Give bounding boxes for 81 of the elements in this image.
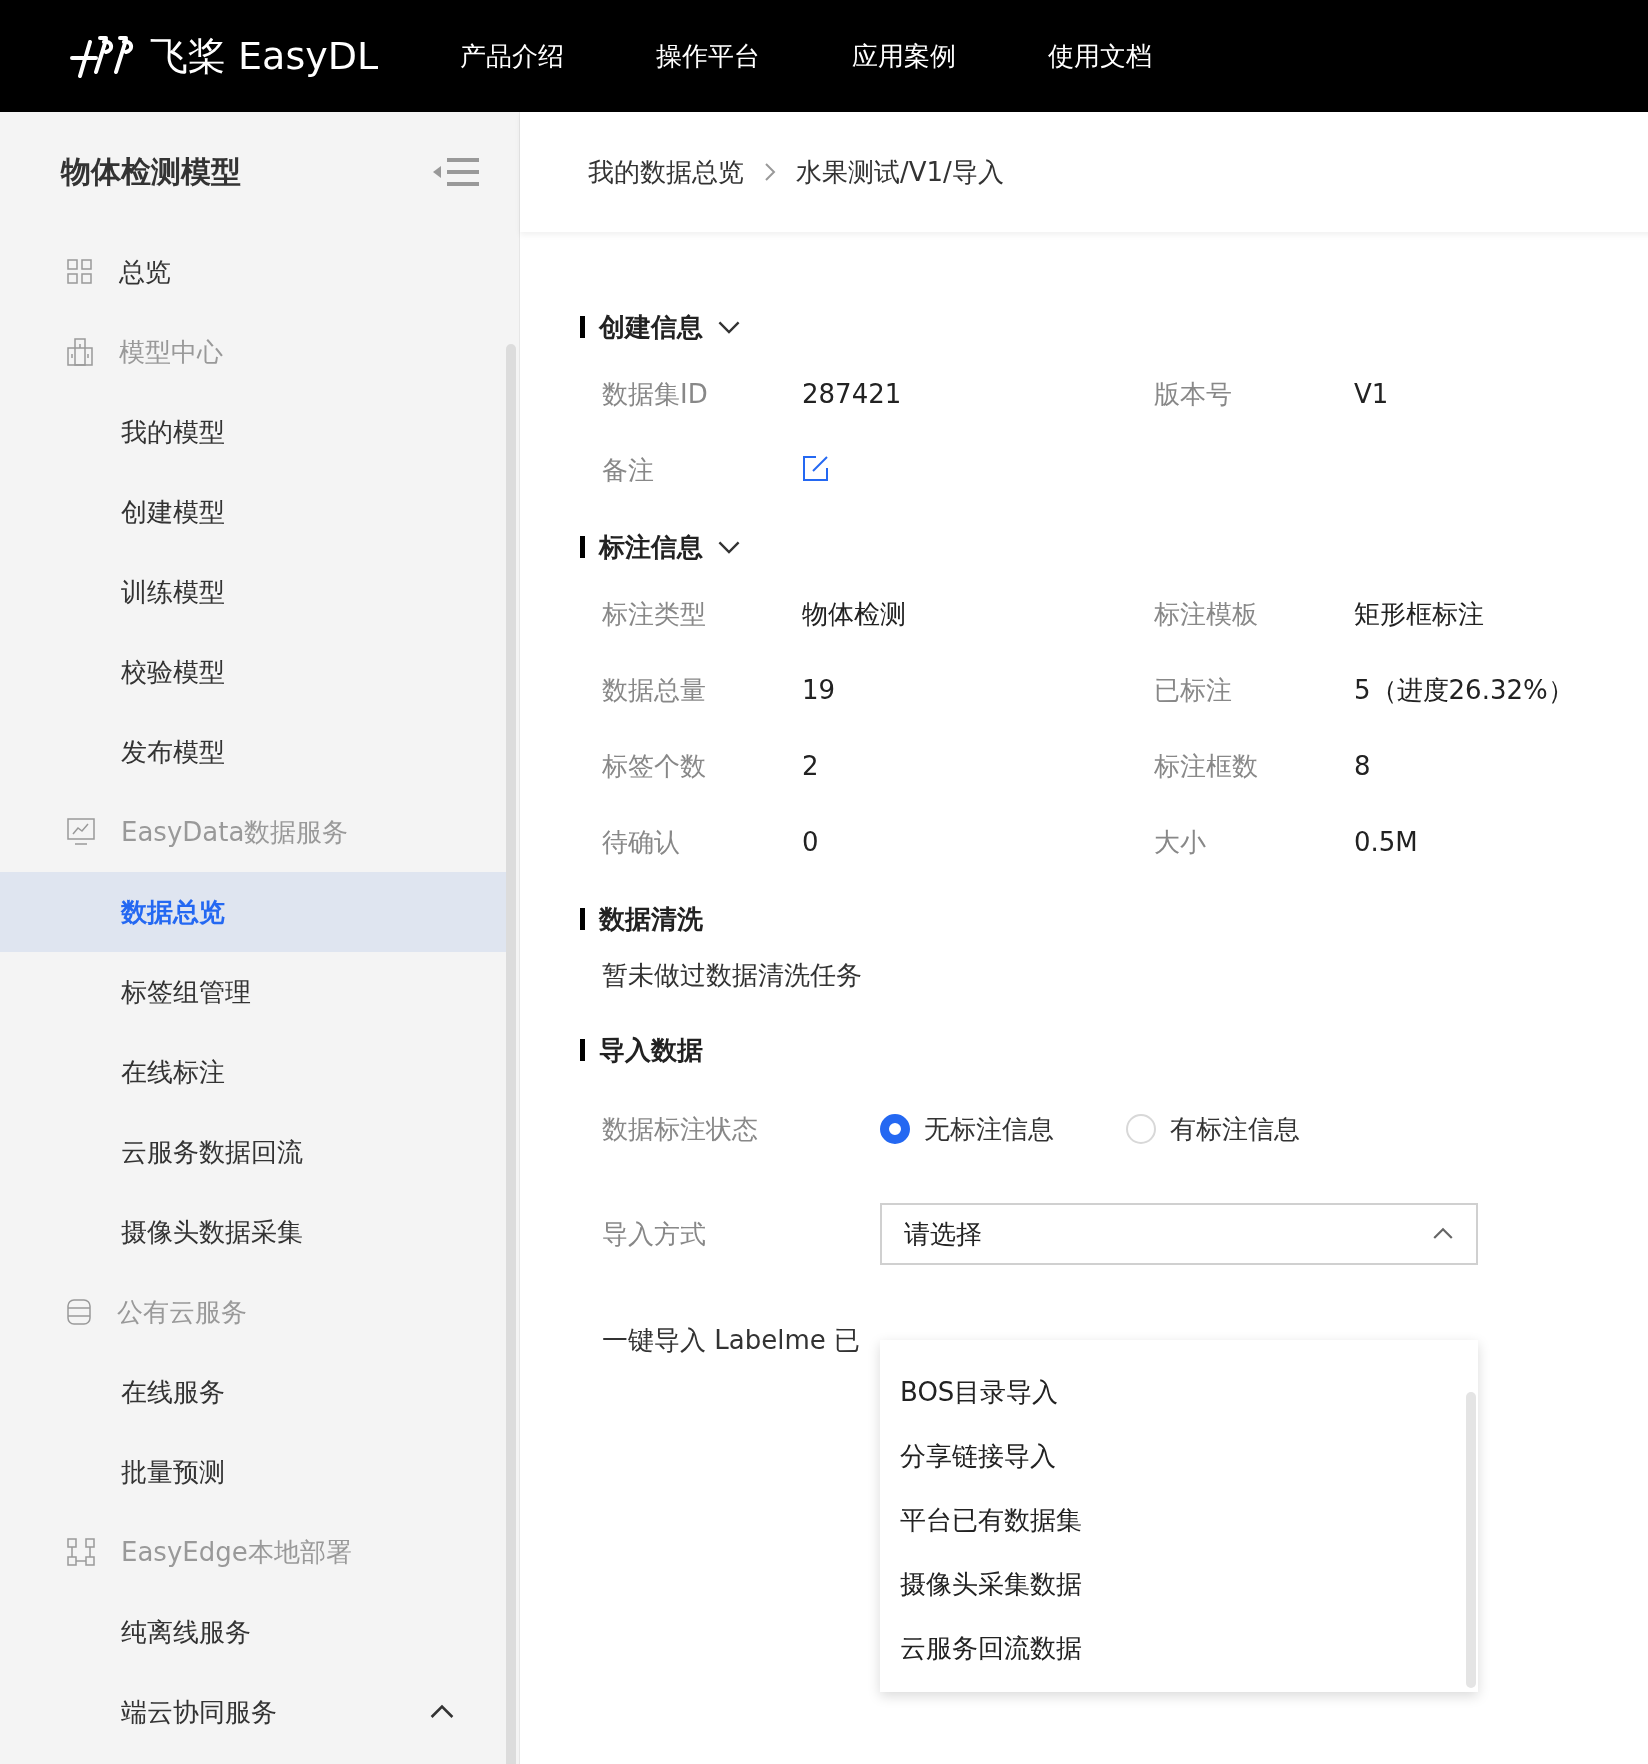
radio-label: 有标注信息 <box>1170 1112 1300 1146</box>
section-title: 数据清洗 <box>599 902 703 936</box>
sidebar-item[interactable]: 摄像头数据采集 <box>0 1192 507 1272</box>
nav-link[interactable]: 产品介绍 <box>460 38 565 74</box>
field-value: 19 <box>802 675 837 705</box>
sidebar-item[interactable]: 数据总览 <box>0 872 507 952</box>
caret-icon[interactable] <box>429 1704 455 1720</box>
field-value: 287421 <box>802 379 903 409</box>
dropdown-option[interactable]: BOS目录导入 <box>880 1360 1460 1424</box>
section-marker <box>580 316 585 338</box>
sidebar-item[interactable]: 校验模型 <box>0 632 507 712</box>
field-label: 备注 <box>602 453 655 487</box>
section-title: 导入数据 <box>599 1033 703 1067</box>
field-label: 数据集ID <box>602 377 709 411</box>
field-label: 待确认 <box>602 825 681 859</box>
field-value: 2 <box>802 751 820 781</box>
sidebar-item[interactable]: 标签组管理 <box>0 952 507 1032</box>
field-value: V1 <box>1354 379 1390 409</box>
field-value: 8 <box>1354 751 1372 781</box>
hint-text: 一键导入 Labelme 已 <box>602 1324 861 1357</box>
sidebar-item[interactable]: 在线服务 <box>0 1352 507 1432</box>
scrollbar[interactable] <box>506 344 516 1764</box>
sidebar-item[interactable]: 云服务数据回流 <box>0 1112 507 1192</box>
section-marker <box>580 1039 585 1061</box>
field-value: 矩形框标注 <box>1354 597 1485 631</box>
field-value: 0.5M <box>1354 827 1419 857</box>
sidebar-item[interactable]: 批量预测 <box>0 1432 507 1512</box>
sidebar-item[interactable]: 总览 <box>0 232 507 312</box>
chevron-right-icon <box>764 162 776 182</box>
field-value: 物体检测 <box>802 597 907 631</box>
sidebar-item[interactable]: 纯离线服务 <box>0 1592 507 1672</box>
field-label: 标注框数 <box>1154 749 1259 783</box>
field-label: 已标注 <box>1154 673 1233 707</box>
nav-link[interactable]: 应用案例 <box>852 38 957 74</box>
chart-monitor-icon <box>67 818 95 846</box>
sidebar-item[interactable]: 发布模型 <box>0 712 507 792</box>
field-label: 数据标注状态 <box>602 1112 759 1146</box>
caret-icon[interactable] <box>1432 1227 1454 1241</box>
sidebar-item[interactable]: 我的模型 <box>0 392 507 472</box>
section-title: 创建信息 <box>599 310 703 344</box>
collapse-menu-icon[interactable] <box>433 157 479 187</box>
dropdown-option[interactable]: 平台已有数据集 <box>880 1488 1460 1552</box>
nav-link[interactable]: 使用文档 <box>1048 38 1153 74</box>
radio-option[interactable]: 有标注信息 <box>1126 1111 1300 1147</box>
field-label: 数据总量 <box>602 673 707 707</box>
network-icon <box>67 1538 95 1566</box>
building-icon <box>67 338 93 366</box>
empty-note: 暂未做过数据清洗任务 <box>602 959 863 992</box>
section-marker <box>580 536 585 558</box>
sidebar-item[interactable]: 创建模型 <box>0 472 507 552</box>
field-label: 版本号 <box>1154 377 1233 411</box>
chevron-icon[interactable] <box>717 319 741 335</box>
field-value: 5（进度26.32%） <box>1354 673 1575 707</box>
radio-icon[interactable] <box>880 1114 910 1144</box>
section-marker <box>580 908 585 930</box>
dropdown-option[interactable]: 云服务回流数据 <box>880 1616 1460 1680</box>
section-title: 标注信息 <box>599 530 703 564</box>
field-label: 标注类型 <box>602 597 707 631</box>
field-label: 大小 <box>1154 825 1207 859</box>
field-label: 导入方式 <box>602 1217 707 1251</box>
select-field[interactable]: 请选择 <box>880 1203 1478 1265</box>
sidebar-item[interactable]: 在线标注 <box>0 1032 507 1112</box>
sidebar-item[interactable]: 端云协同服务 <box>0 1672 507 1752</box>
dropdown-option[interactable]: 摄像头采集数据 <box>880 1552 1460 1616</box>
edit-icon[interactable] <box>802 454 830 482</box>
field-value: 0 <box>802 827 820 857</box>
scrollbar[interactable] <box>1466 1392 1476 1688</box>
field-label: 标注模板 <box>1154 597 1259 631</box>
sidebar-item[interactable]: 训练模型 <box>0 552 507 632</box>
field-label: 标签个数 <box>602 749 707 783</box>
chevron-icon[interactable] <box>717 539 741 555</box>
dropdown-option[interactable]: 分享链接导入 <box>880 1424 1460 1488</box>
breadcrumb-link[interactable]: 我的数据总览 <box>588 154 744 190</box>
radio-option[interactable]: 无标注信息 <box>880 1111 1054 1147</box>
sidebar-title: 物体检测模型 <box>61 152 241 191</box>
grid-icon <box>67 259 93 285</box>
breadcrumb-link[interactable]: 水果测试/V1/导入 <box>796 154 1004 190</box>
logo-text: 飞桨 EasyDL <box>150 32 379 80</box>
nav-link[interactable]: 操作平台 <box>656 38 761 74</box>
radio-label: 无标注信息 <box>924 1112 1054 1146</box>
database-icon <box>67 1299 91 1325</box>
